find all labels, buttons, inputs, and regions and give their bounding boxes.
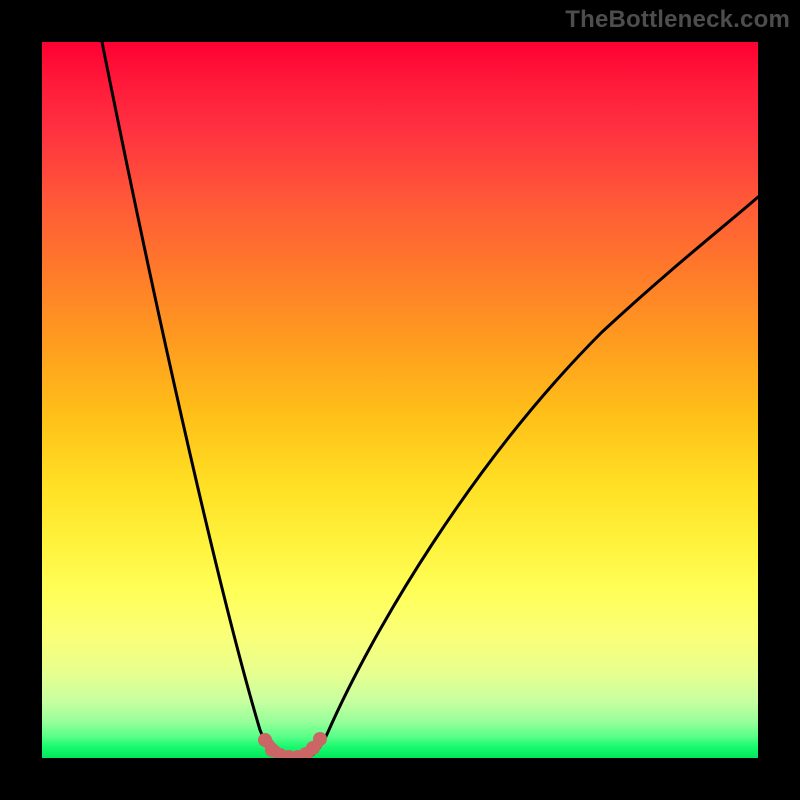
chart-frame: TheBottleneck.com [0, 0, 800, 800]
curves-layer [42, 42, 758, 758]
watermark-text: TheBottleneck.com [565, 6, 790, 34]
plot-area [42, 42, 758, 758]
dip-dots-group [258, 732, 327, 758]
dip-dot [313, 732, 327, 746]
bottleneck-curve [102, 42, 758, 758]
